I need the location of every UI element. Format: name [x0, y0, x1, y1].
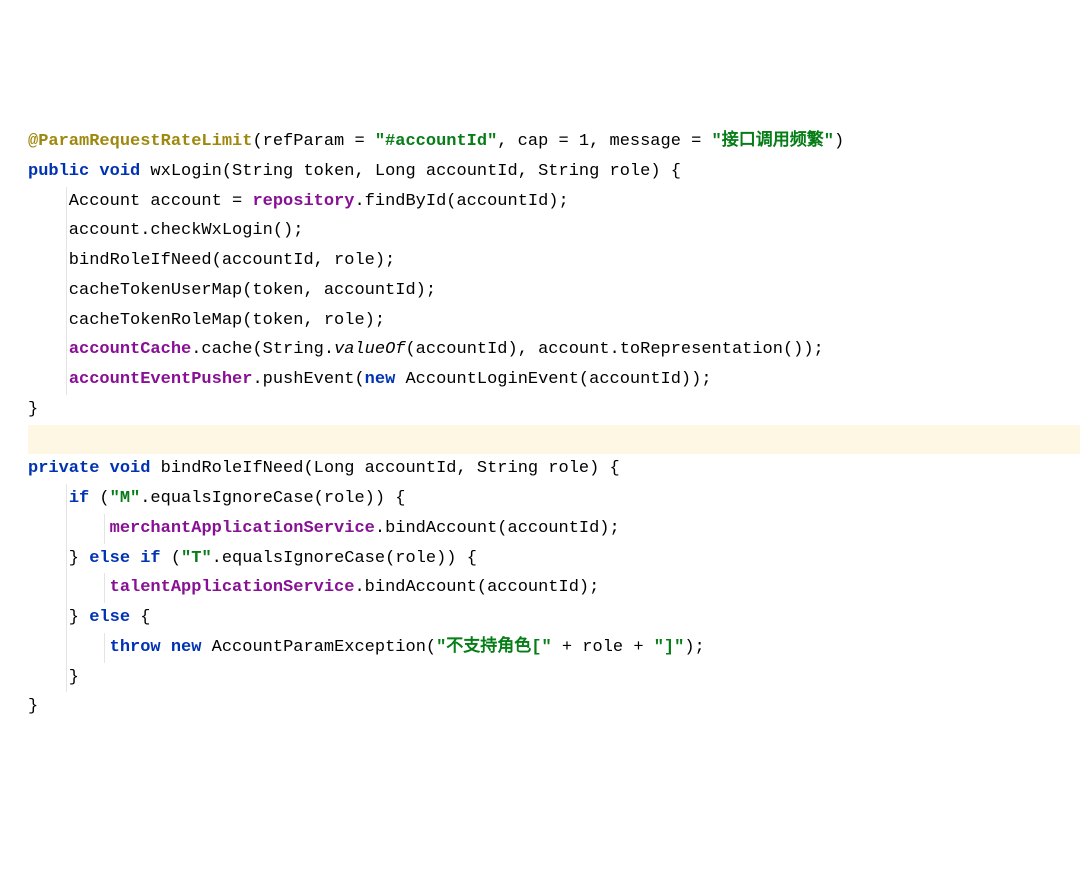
code-text: [28, 370, 69, 389]
static-method: valueOf: [334, 340, 405, 359]
code-text: bindRoleIfNeed(Long accountId, String ro…: [150, 459, 619, 478]
code-text: }: [28, 400, 38, 419]
code-text: .cache(String.: [191, 340, 334, 359]
code-text: cacheTokenUserMap(token, accountId);: [28, 281, 436, 300]
code-text: [28, 638, 110, 657]
code-text: (refParam =: [252, 132, 374, 151]
code-text: [28, 578, 110, 597]
field-ref: accountEventPusher: [69, 370, 253, 389]
code-text: (accountId), account.toRepresentation())…: [405, 340, 823, 359]
code-text: );: [684, 638, 704, 657]
keyword: void: [99, 162, 140, 181]
code-text: [28, 340, 69, 359]
code-line: }: [28, 692, 1080, 722]
code-text: [161, 638, 171, 657]
code-line: throw new AccountParamException("不支持角色["…: [28, 633, 1080, 663]
keyword: new: [365, 370, 396, 389]
field-ref: accountCache: [69, 340, 191, 359]
code-text: }: [28, 549, 89, 568]
code-line: bindRoleIfNeed(accountId, role);: [28, 246, 1080, 276]
field-ref: repository: [252, 192, 354, 211]
code-line: } else if ("T".equalsIgnoreCase(role)) {: [28, 544, 1080, 574]
field-ref: talentApplicationService: [110, 578, 355, 597]
keyword: if: [69, 489, 89, 508]
code-text: .bindAccount(accountId);: [354, 578, 599, 597]
code-line: public void wxLogin(String token, Long a…: [28, 157, 1080, 187]
code-editor[interactable]: @ParamRequestRateLimit(refParam = "#acco…: [28, 127, 1080, 722]
code-text: bindRoleIfNeed(accountId, role);: [28, 251, 395, 270]
code-line: @ParamRequestRateLimit(refParam = "#acco…: [28, 127, 1080, 157]
string-literal: "不支持角色[": [436, 638, 552, 657]
code-line: }: [28, 663, 1080, 693]
code-text: }: [28, 668, 79, 687]
code-text: [28, 519, 110, 538]
code-text: [28, 489, 69, 508]
code-line: } else {: [28, 603, 1080, 633]
code-text: AccountLoginEvent(accountId));: [395, 370, 711, 389]
code-text: .bindAccount(accountId);: [375, 519, 620, 538]
code-line: private void bindRoleIfNeed(Long account…: [28, 454, 1080, 484]
keyword: new: [171, 638, 202, 657]
code-text: ): [834, 132, 844, 151]
code-line: accountEventPusher.pushEvent(new Account…: [28, 365, 1080, 395]
code-text: , cap = 1, message =: [497, 132, 711, 151]
string-literal: "T": [181, 549, 212, 568]
code-line: merchantApplicationService.bindAccount(a…: [28, 514, 1080, 544]
code-text: Account account =: [28, 192, 252, 211]
string-literal: "接口调用频繁": [712, 132, 834, 151]
code-text: (: [89, 489, 109, 508]
keyword: if: [140, 549, 160, 568]
keyword: public: [28, 162, 89, 181]
code-line: if ("M".equalsIgnoreCase(role)) {: [28, 484, 1080, 514]
annotation-name: @ParamRequestRateLimit: [28, 132, 252, 151]
code-text: .findById(accountId);: [354, 192, 568, 211]
code-text: account.checkWxLogin();: [28, 221, 303, 240]
code-text: .equalsIgnoreCase(role)) {: [140, 489, 405, 508]
code-line: accountCache.cache(String.valueOf(accoun…: [28, 335, 1080, 365]
keyword: else: [89, 549, 130, 568]
code-text: AccountParamException(: [201, 638, 436, 657]
code-text: }: [28, 697, 38, 716]
code-line: account.checkWxLogin();: [28, 216, 1080, 246]
code-text: }: [28, 608, 89, 627]
code-text: + role +: [552, 638, 654, 657]
string-literal: "M": [110, 489, 141, 508]
code-line: cacheTokenUserMap(token, accountId);: [28, 276, 1080, 306]
code-text: .equalsIgnoreCase(role)) {: [212, 549, 477, 568]
string-literal: "]": [654, 638, 685, 657]
code-text: .pushEvent(: [252, 370, 364, 389]
code-text: cacheTokenRoleMap(token, role);: [28, 311, 385, 330]
keyword: throw: [110, 638, 161, 657]
code-line: }: [28, 395, 1080, 425]
field-ref: merchantApplicationService: [110, 519, 375, 538]
string-literal: "#accountId": [375, 132, 497, 151]
keyword: void: [110, 459, 151, 478]
code-text: {: [130, 608, 150, 627]
code-line: talentApplicationService.bindAccount(acc…: [28, 573, 1080, 603]
code-text: [130, 549, 140, 568]
highlighted-line: [28, 425, 1080, 455]
code-line: Account account = repository.findById(ac…: [28, 187, 1080, 217]
code-text: (: [161, 549, 181, 568]
code-line: cacheTokenRoleMap(token, role);: [28, 306, 1080, 336]
code-text: [28, 430, 38, 449]
code-text: wxLogin(String token, Long accountId, St…: [140, 162, 681, 181]
keyword: private: [28, 459, 99, 478]
keyword: else: [89, 608, 130, 627]
